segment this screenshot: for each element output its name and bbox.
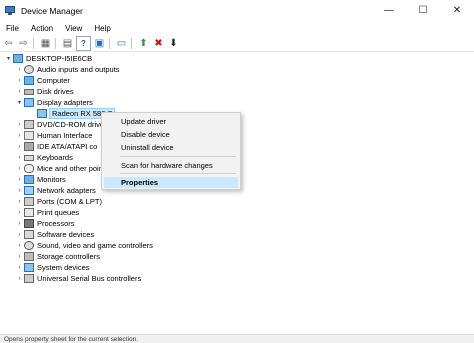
title-bar: Device Manager — ☐ ✕ xyxy=(0,0,474,21)
properties-menu-item[interactable]: Properties xyxy=(104,177,238,188)
tree-item[interactable]: › Sound, video and game controllers xyxy=(15,240,153,251)
tree-item[interactable]: › Disk drives xyxy=(15,86,74,97)
close-button[interactable]: ✕ xyxy=(440,0,474,21)
tree-item[interactable]: › Network adapters xyxy=(15,185,96,196)
hid-icon xyxy=(24,131,34,140)
tree-item[interactable]: › Ports (COM & LPT) xyxy=(15,196,102,207)
tree-item[interactable]: › Print queues xyxy=(15,207,79,218)
expand-icon[interactable]: › xyxy=(15,254,24,260)
tree-item[interactable]: › Storage controllers xyxy=(15,251,100,262)
expand-icon[interactable]: › xyxy=(15,177,24,183)
download-icon[interactable]: ⬇ xyxy=(167,37,180,50)
help-icon[interactable]: ? xyxy=(76,35,91,51)
port-icon xyxy=(24,197,34,206)
menu-separator xyxy=(120,173,236,174)
tree-item[interactable]: › Keyboards xyxy=(15,152,73,163)
back-arrow-icon[interactable]: ⇦ xyxy=(2,37,15,50)
tree-item[interactable]: › Processors xyxy=(15,218,75,229)
menu-view[interactable]: View xyxy=(59,24,88,33)
expand-icon[interactable]: › xyxy=(15,232,24,238)
show-hidden-icon[interactable]: ▦ xyxy=(39,37,52,50)
disk-drive-icon xyxy=(24,88,34,95)
expand-icon[interactable]: › xyxy=(15,210,24,216)
uninstall-icon[interactable]: ✖ xyxy=(152,37,165,50)
scan-hardware-menu-item[interactable]: Scan for hardware changes xyxy=(104,160,238,171)
tree-item[interactable]: ▾ Display adapters xyxy=(15,97,93,108)
context-menu: Update driver Disable device Uninstall d… xyxy=(101,112,241,190)
storage-controller-icon xyxy=(24,252,34,261)
dvd-drive-icon xyxy=(24,120,34,129)
monitor-icon[interactable]: ▭ xyxy=(115,37,128,50)
keyboard-icon xyxy=(24,154,34,161)
printer-icon xyxy=(24,208,34,217)
menu-separator xyxy=(120,156,236,157)
menu-help[interactable]: Help xyxy=(88,24,116,33)
view-icon[interactable]: ▣ xyxy=(93,37,106,50)
expand-icon[interactable]: › xyxy=(15,166,24,172)
tree-item[interactable]: › IDE ATA/ATAPI co xyxy=(15,141,97,152)
computer-icon xyxy=(13,54,23,63)
disable-device-menu-item[interactable]: Disable device xyxy=(104,129,238,140)
tree-root[interactable]: ▾ DESKTOP-I5IE6CB xyxy=(4,53,92,64)
speaker-icon xyxy=(24,65,34,74)
collapse-icon[interactable]: ▾ xyxy=(15,99,24,106)
monitor-icon xyxy=(24,175,34,184)
update-driver-icon[interactable]: ⬆ xyxy=(137,37,150,50)
properties-icon[interactable]: ▤ xyxy=(61,37,74,50)
toolbar: ⇦ ⇨ ▦ ▤ ? ▣ ▭ ⬆ ✖ ⬇ xyxy=(0,35,474,52)
expand-icon[interactable]: › xyxy=(15,276,24,282)
ide-controller-icon xyxy=(24,142,34,151)
expand-icon[interactable]: › xyxy=(15,243,24,249)
expand-icon[interactable]: › xyxy=(15,188,24,194)
tree-item[interactable]: › DVD/CD-ROM drive xyxy=(15,119,104,130)
display-adapter-icon xyxy=(24,98,34,107)
uninstall-device-menu-item[interactable]: Uninstall device xyxy=(104,142,238,153)
menu-bar: File Action View Help xyxy=(0,21,474,35)
maximize-button[interactable]: ☐ xyxy=(406,0,440,21)
sound-icon xyxy=(24,241,34,250)
expand-icon[interactable]: › xyxy=(15,199,24,205)
tree-item[interactable]: › Software devices xyxy=(15,229,94,240)
menu-file[interactable]: File xyxy=(0,24,25,33)
expand-icon[interactable]: › xyxy=(15,67,24,73)
window-title: Device Manager xyxy=(21,5,83,16)
expand-icon[interactable]: › xyxy=(15,122,24,128)
forward-arrow-icon[interactable]: ⇨ xyxy=(17,37,30,50)
network-adapter-icon xyxy=(24,186,34,195)
expand-icon[interactable]: › xyxy=(15,265,24,271)
device-manager-icon xyxy=(5,5,15,16)
status-bar: Opens property sheet for the current sel… xyxy=(0,334,474,343)
expand-icon[interactable]: › xyxy=(15,89,24,95)
menu-action[interactable]: Action xyxy=(25,24,59,33)
tree-item[interactable]: › System devices xyxy=(15,262,90,273)
tree-item[interactable]: › Human Interface xyxy=(15,130,92,141)
usb-icon xyxy=(24,274,34,283)
tree-item[interactable]: › Mice and other poin xyxy=(15,163,103,174)
minimize-button[interactable]: — xyxy=(372,0,406,21)
tree-item[interactable]: › Monitors xyxy=(15,174,66,185)
software-device-icon xyxy=(24,230,34,239)
processor-icon xyxy=(24,219,34,228)
tree-item[interactable]: › Universal Serial Bus controllers xyxy=(15,273,141,284)
system-device-icon xyxy=(24,263,34,272)
display-adapter-icon xyxy=(37,109,47,118)
collapse-icon[interactable]: ▾ xyxy=(4,55,13,62)
expand-icon[interactable]: › xyxy=(15,144,24,150)
computer-icon xyxy=(24,76,34,85)
mouse-icon xyxy=(24,164,34,173)
expand-icon[interactable]: › xyxy=(15,221,24,227)
expand-icon[interactable]: › xyxy=(15,133,24,139)
expand-icon[interactable]: › xyxy=(15,78,24,84)
update-driver-menu-item[interactable]: Update driver xyxy=(104,116,238,127)
tree-item[interactable]: › Audio inputs and outputs xyxy=(15,64,120,75)
expand-icon[interactable]: › xyxy=(15,155,24,161)
tree-item[interactable]: › Computer xyxy=(15,75,70,86)
